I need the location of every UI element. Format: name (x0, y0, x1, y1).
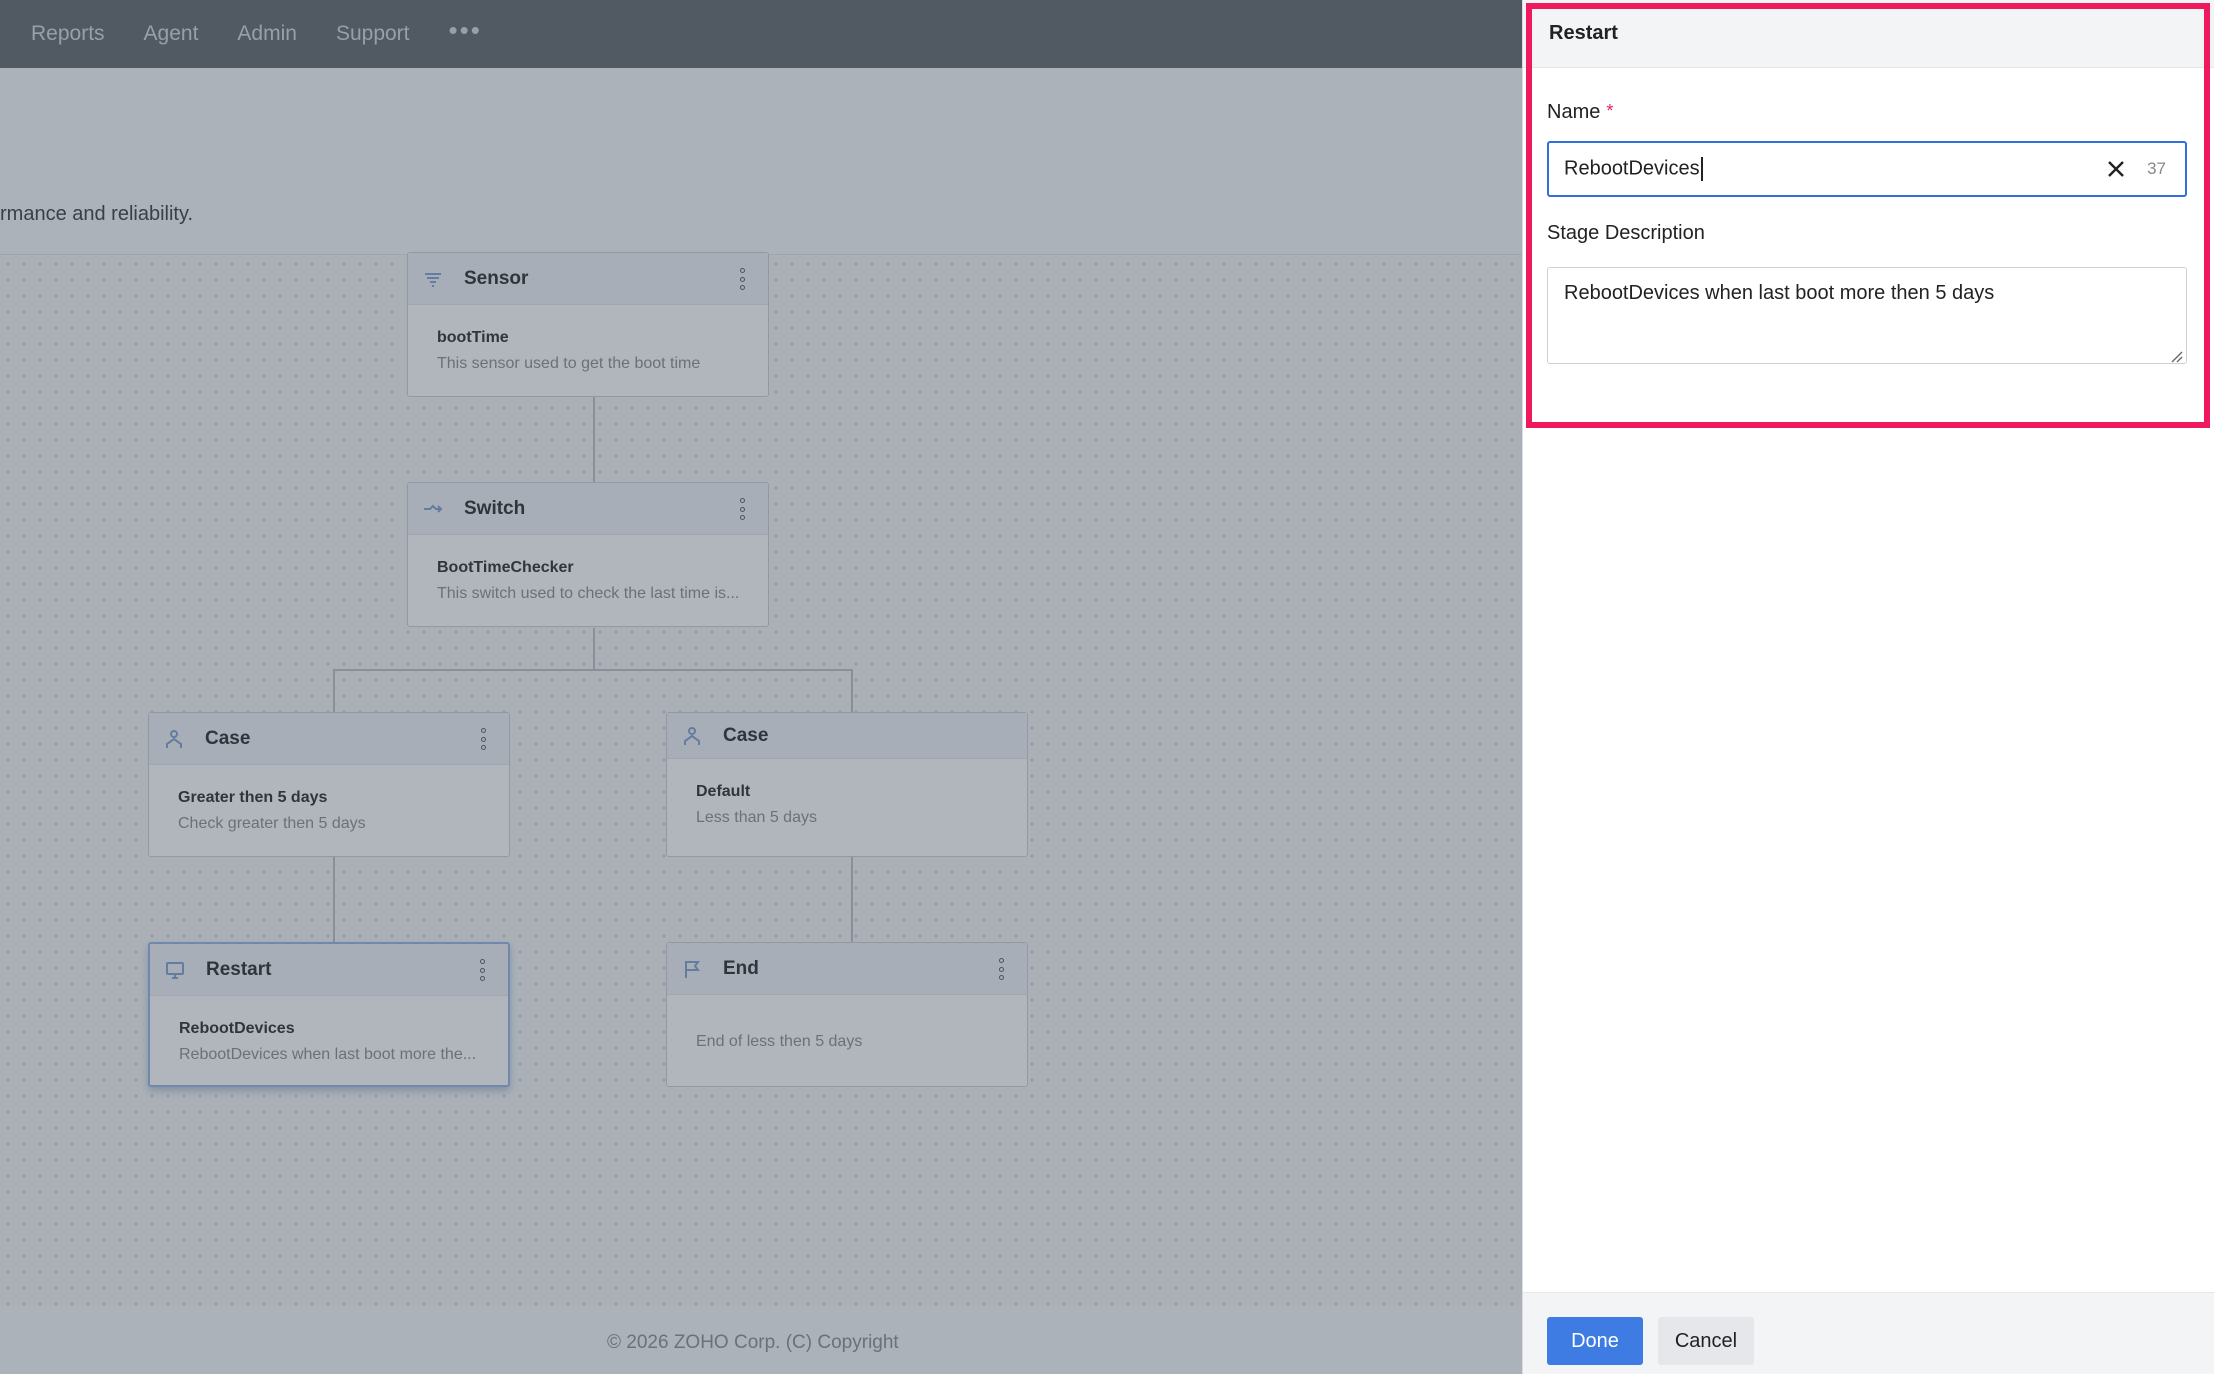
required-asterisk: * (1606, 101, 1614, 121)
name-label: Name * (1547, 101, 1613, 124)
character-counter: 37 (2147, 159, 2166, 178)
stage-edit-panel: Restart Name * RebootDevices 37 Stage Des… (1522, 0, 2214, 1374)
resize-handle-icon[interactable] (2169, 346, 2183, 363)
modal-backdrop[interactable] (0, 0, 1522, 1374)
cancel-button[interactable]: Cancel (1658, 1317, 1754, 1365)
done-button[interactable]: Done (1547, 1317, 1643, 1365)
name-input[interactable]: RebootDevices 37 (1547, 141, 2187, 197)
text-cursor (1700, 157, 1703, 181)
panel-header: Restart (1523, 0, 2214, 68)
name-label-text: Name (1547, 101, 1601, 123)
stage-description-value[interactable]: RebootDevices when last boot more then 5… (1564, 282, 1994, 304)
stage-description-label: Stage Description (1547, 222, 1705, 244)
panel-title: Restart (1549, 22, 1618, 44)
clear-icon[interactable] (2105, 158, 2127, 180)
panel-footer: Done Cancel (1523, 1292, 2214, 1374)
stage-description-textarea[interactable]: RebootDevices when last boot more then 5… (1547, 267, 2187, 364)
name-input-value[interactable]: RebootDevices (1564, 157, 1700, 179)
